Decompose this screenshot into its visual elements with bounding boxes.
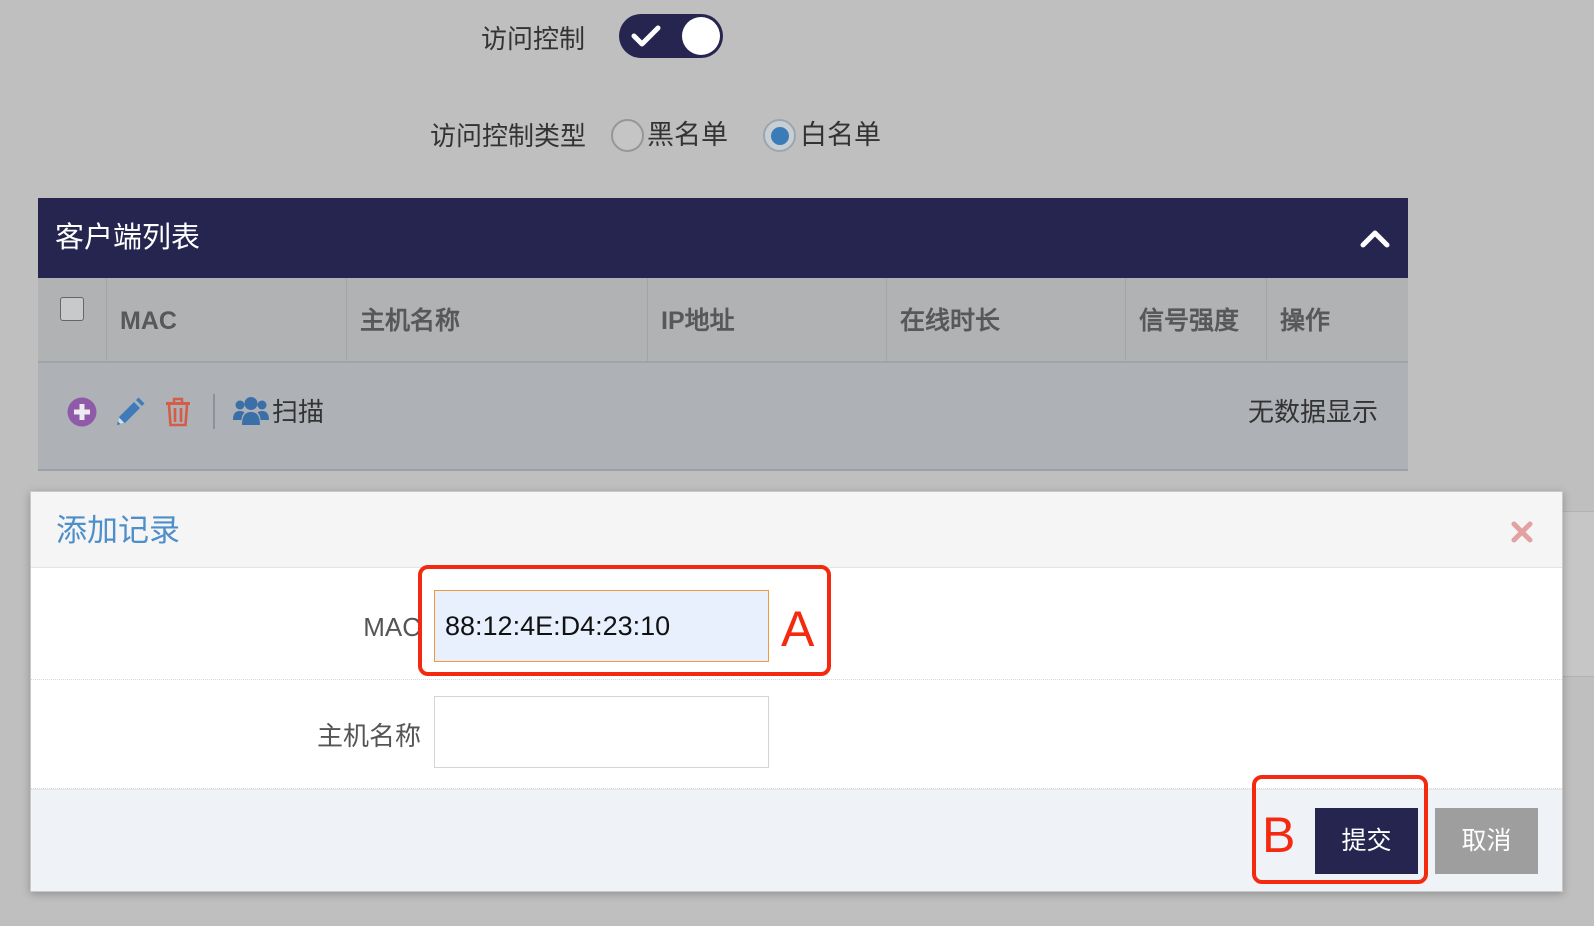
form-row-hostname: 主机名称 (31, 680, 1562, 789)
scan-button-label[interactable]: 扫描 (272, 391, 324, 433)
access-control-label: 访问控制 (480, 24, 585, 54)
access-control-toggle[interactable] (619, 14, 723, 58)
toolbar-divider (213, 394, 215, 429)
cancel-button[interactable]: 取消 (1435, 808, 1538, 874)
radio-blacklist-label[interactable]: 黑名单 (647, 114, 728, 156)
dialog-title: 添加记录 (56, 513, 180, 548)
radio-whitelist-label[interactable]: 白名单 (800, 114, 881, 156)
add-icon[interactable] (67, 397, 97, 427)
access-control-type-label: 访问控制类型 (429, 121, 586, 151)
pencil-icon[interactable] (115, 397, 145, 427)
column-header-online-time[interactable]: 在线时长 (887, 278, 1126, 361)
client-list-header[interactable]: 客户端列表 (38, 198, 1408, 278)
radio-blacklist[interactable] (611, 119, 644, 152)
dialog-header: 添加记录 (31, 492, 1562, 568)
close-icon[interactable] (1510, 520, 1534, 544)
chevron-up-icon[interactable] (1360, 228, 1390, 248)
background-page-edge (1563, 511, 1594, 677)
toggle-knob (682, 17, 720, 55)
client-list-panel: 客户端列表 MAC 主机名称 IP地址 在线时长 信号强度 操作 扫描 无数据显… (38, 198, 1408, 471)
trash-icon[interactable] (165, 397, 191, 427)
column-header-signal[interactable]: 信号强度 (1126, 278, 1267, 361)
select-all-cell (38, 278, 107, 361)
column-header-ip[interactable]: IP地址 (648, 278, 887, 361)
select-all-checkbox[interactable] (60, 297, 84, 321)
column-header-hostname[interactable]: 主机名称 (347, 278, 648, 361)
empty-table-message: 无数据显示 (1247, 397, 1378, 427)
client-list-title: 客户端列表 (55, 222, 201, 254)
radio-whitelist[interactable] (763, 119, 796, 152)
table-toolbar: 扫描 无数据显示 (38, 363, 1408, 471)
check-icon (631, 24, 661, 48)
column-header-mac[interactable]: MAC (107, 278, 347, 361)
hostname-label: 主机名称 (316, 721, 421, 751)
annotation-label-b: B (1262, 807, 1296, 863)
annotation-box-a (418, 565, 831, 676)
column-header-actions: 操作 (1280, 307, 1331, 335)
hostname-input[interactable] (434, 696, 769, 768)
table-header: MAC 主机名称 IP地址 在线时长 信号强度 操作 (38, 278, 1408, 363)
annotation-label-a: A (781, 601, 815, 657)
users-icon[interactable] (233, 396, 269, 426)
mac-label: MAC (363, 612, 421, 642)
